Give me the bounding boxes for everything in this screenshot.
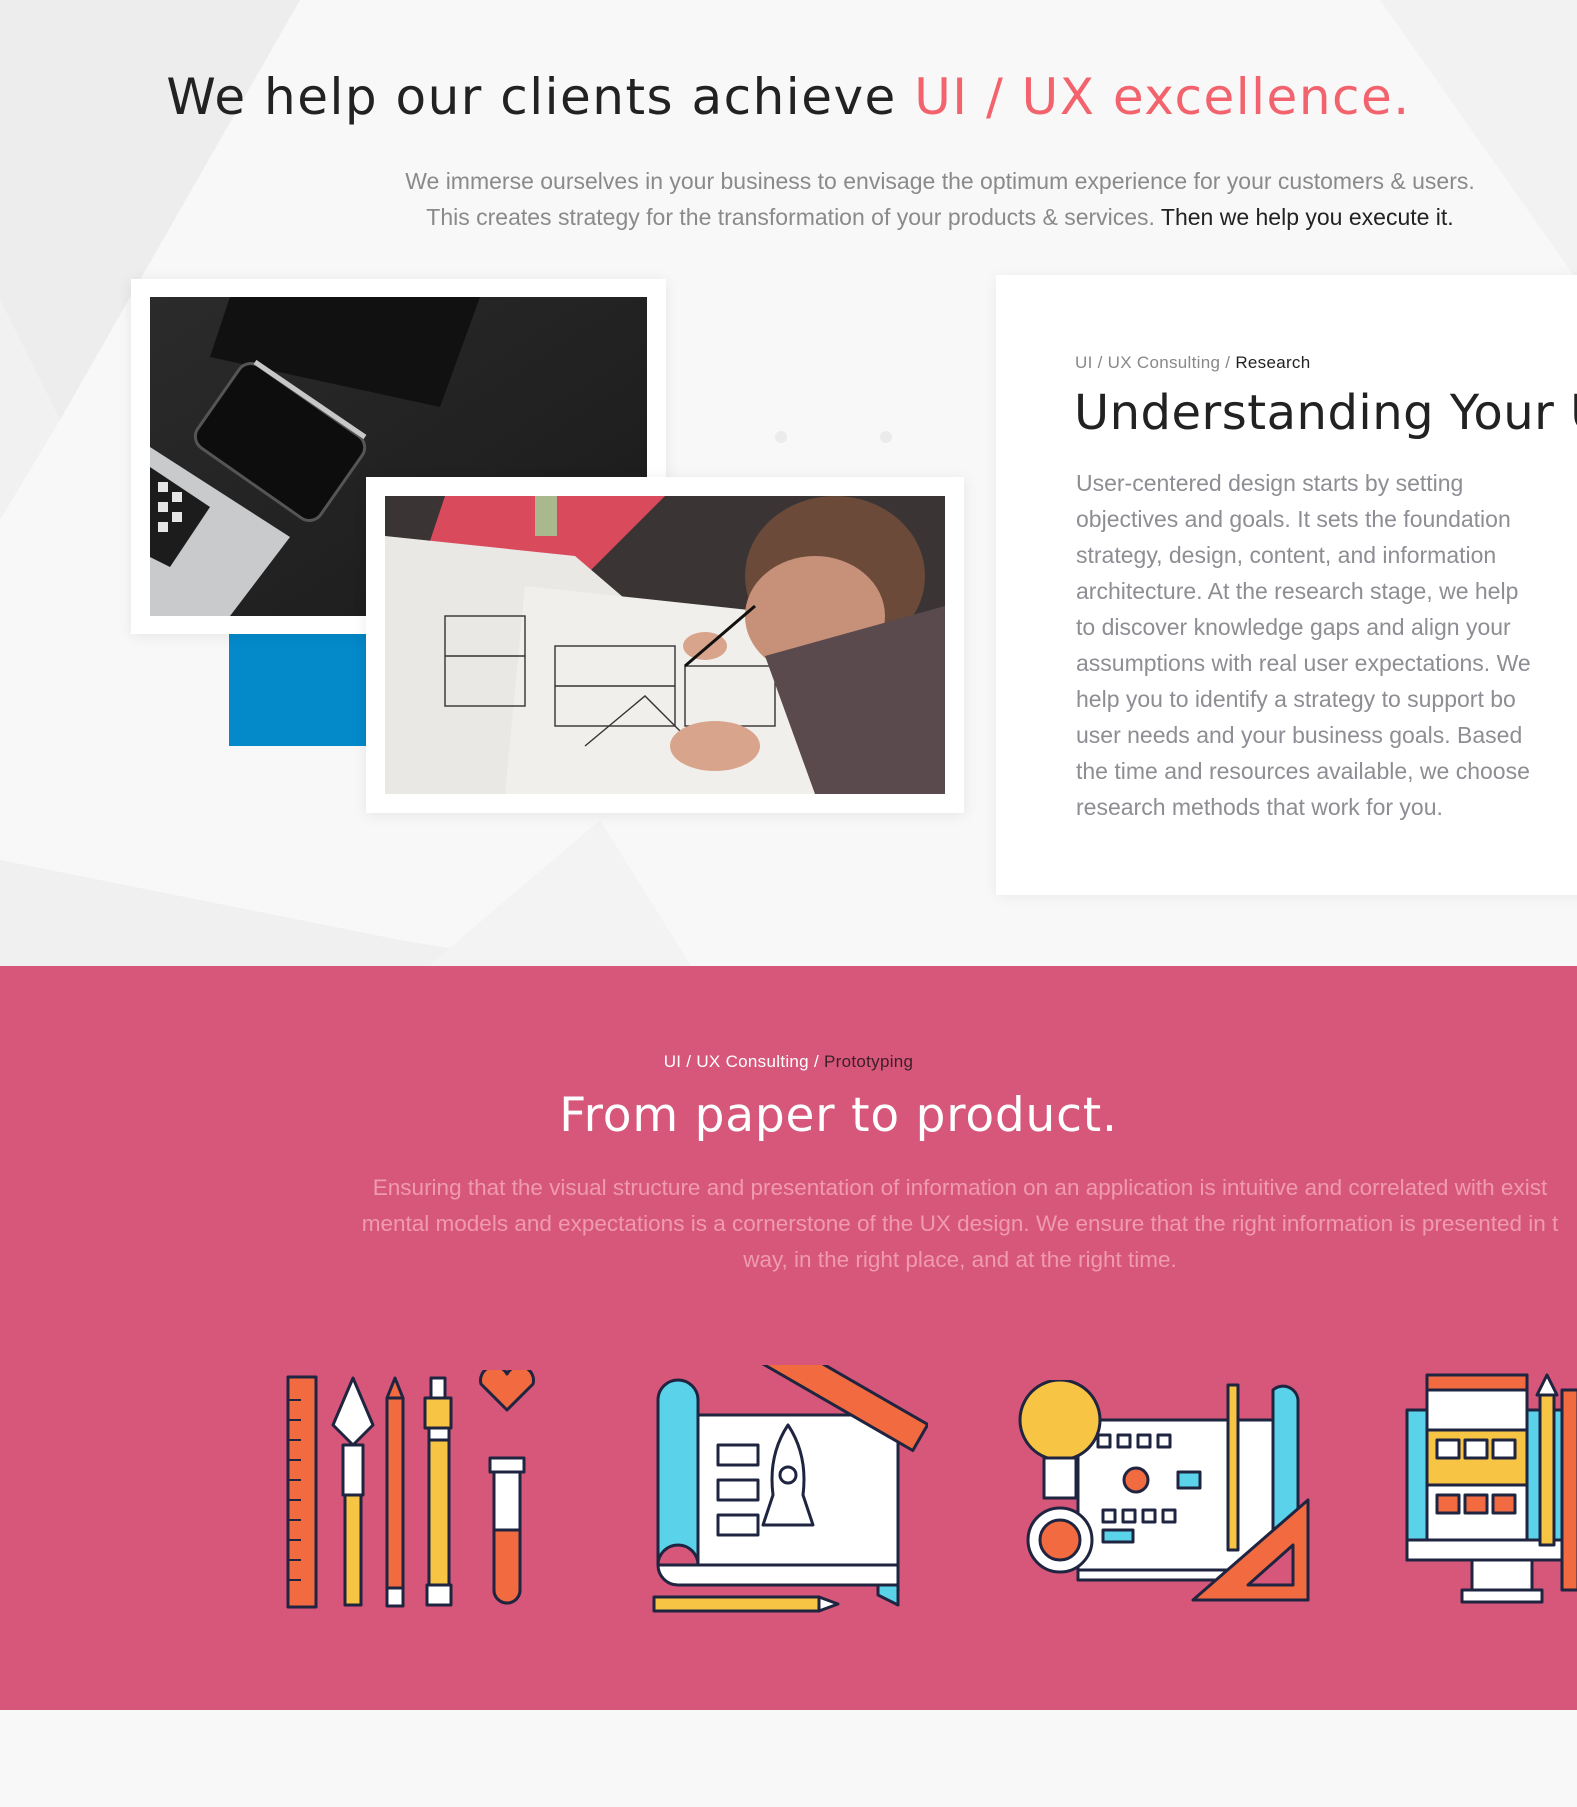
breadcrumb-current: Prototyping [824,1052,914,1071]
hero-subtitle: We immerse ourselves in your business to… [405,168,1475,230]
design-tools-icon [286,1370,535,1609]
breadcrumb-current: Research [1235,353,1311,372]
section-body: User-centered design starts by setting o… [1076,470,1531,820]
hero-title-accent: UI / UX excellence. [914,68,1411,126]
hero-subtitle-emphasis: Then we help you execute it. [1160,204,1454,230]
blueprint-rocket-icon [652,1365,928,1613]
breadcrumb-parent[interactable]: UI / UX Consulting / [1075,353,1235,372]
prototyping-title: From paper to product. [559,1088,1118,1143]
sketch-photo-frame [366,477,964,813]
accent-block [229,634,366,746]
web-layout-monitor-icon [1405,1373,1577,1604]
page-footer-space [0,1710,1577,1807]
hero-title: We help our clients achieve UI / UX exce… [166,68,1411,126]
breadcrumb: UI / UX Consulting / Research [1075,353,1310,373]
prototyping-body: Ensuring that the visual structure and p… [361,1175,1559,1272]
breadcrumb-parent[interactable]: UI / UX Consulting / [664,1052,824,1071]
research-card: UI / UX Consulting / Research Understand… [996,275,1577,895]
section-title: Understanding Your U [1074,385,1577,441]
idea-flowchart-icon [1018,1380,1310,1602]
prototyping-breadcrumb: UI / UX Consulting / Prototyping [0,1052,1577,1072]
sketch-photo [385,496,945,794]
